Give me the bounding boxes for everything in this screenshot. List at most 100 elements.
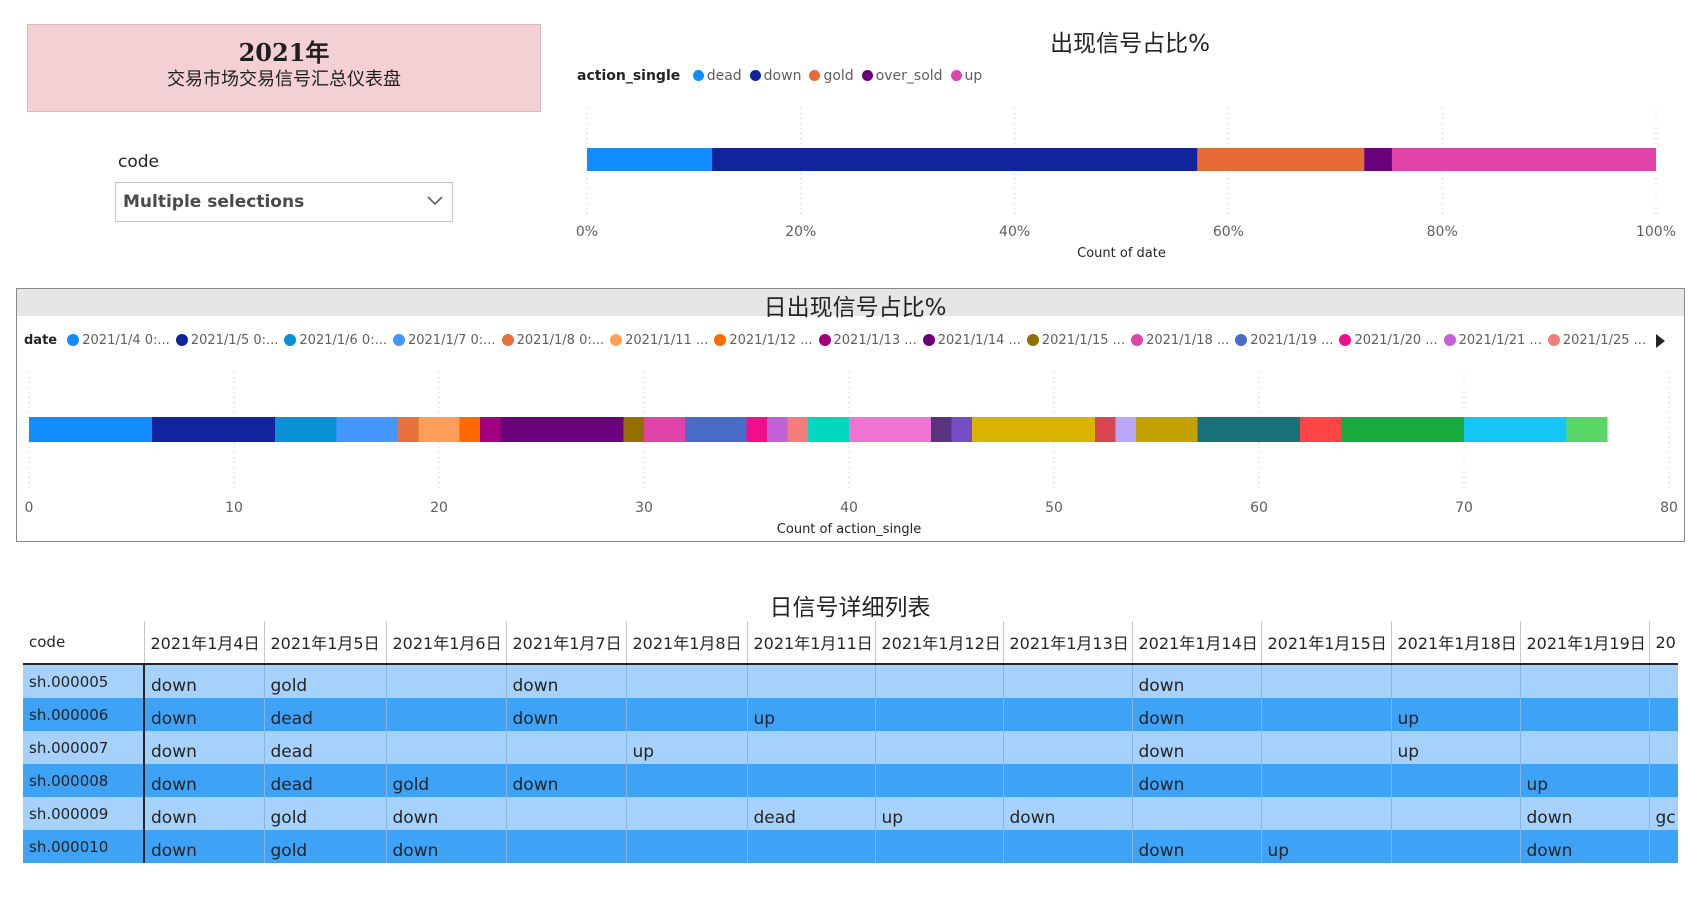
chart2-bar-segment[interactable] [1115, 417, 1137, 442]
column-header-date[interactable]: 2021年1月7日 [505, 621, 626, 665]
chart2-x-axis-title: Count of action_single [777, 522, 921, 537]
table-row[interactable]: sh.000005 down gold down down [23, 664, 1678, 698]
signal-cell [1648, 830, 1678, 863]
signal-cell: down [143, 830, 264, 863]
chart2-bar-segment[interactable] [1136, 417, 1198, 442]
signal-cell: dead [746, 797, 875, 830]
signal-cell [874, 764, 1003, 797]
row-code-cell: sh.000007 [23, 731, 145, 764]
signal-cell: down [143, 698, 264, 731]
signal-cell: down [1131, 698, 1261, 731]
signal-cell: down [143, 731, 264, 764]
chart2-bar-segment[interactable] [685, 417, 747, 442]
signal-cell: gold [263, 830, 386, 863]
signal-cell: down [1519, 797, 1649, 830]
signal-cell: down [1131, 764, 1261, 797]
signal-cell [746, 664, 875, 698]
column-header-date[interactable]: 2021年1月5日 [263, 621, 386, 665]
column-header-date[interactable]: 2021年1月15日 [1260, 621, 1391, 665]
signal-cell: down [1519, 830, 1649, 863]
signal-cell: gold [263, 664, 386, 698]
signal-cell: down [385, 797, 506, 830]
signal-cell [505, 731, 626, 764]
chart2-bar-segment[interactable] [644, 417, 685, 442]
chart2-bar-segment[interactable] [1095, 417, 1116, 442]
chart2-bar-segment[interactable] [1197, 417, 1301, 442]
chart2-bar-segment[interactable] [787, 417, 809, 442]
signal-cell [874, 731, 1003, 764]
chart2-bar-segment[interactable] [336, 417, 399, 442]
row-code-cell: sh.000006 [23, 698, 145, 731]
signal-cell: down [1131, 830, 1261, 863]
row-code-cell: sh.000010 [23, 830, 145, 863]
chart2-bar-segment[interactable] [746, 417, 768, 442]
chart2-bar-segment[interactable] [398, 417, 419, 442]
column-header-code[interactable]: code [23, 621, 144, 665]
chart2-bar-segment[interactable] [29, 417, 152, 442]
chart2-bar-segment[interactable] [1341, 417, 1464, 442]
chart2-bar-segment[interactable] [152, 417, 275, 442]
column-header-date[interactable]: 2021年1月12日 [874, 621, 1003, 665]
signal-cell [1260, 664, 1391, 698]
chart2-x-tick-label: 0 [25, 500, 34, 516]
signal-cell: up [1260, 830, 1391, 863]
chart2-bar-segment[interactable] [459, 417, 481, 442]
signal-cell: up [1390, 698, 1520, 731]
signal-cell: up [625, 731, 747, 764]
chart2-plot[interactable]: 0 10 20 30 40 50 60 70 80 Count of action_single [0, 0, 1688, 545]
signal-cell [625, 830, 747, 863]
chart2-x-tick-label: 30 [635, 500, 653, 516]
chart2-bar-segment[interactable] [480, 417, 501, 442]
column-header-date[interactable]: 2021年1月4日 [143, 621, 264, 665]
column-header-date[interactable]: 2021年1月13日 [1002, 621, 1132, 665]
signal-cell: dead [263, 731, 386, 764]
table-row[interactable]: sh.000008 down dead gold down down up [23, 764, 1678, 797]
signal-cell [1260, 698, 1391, 731]
chart2-bar-segment[interactable] [767, 417, 788, 442]
signal-cell [625, 664, 747, 698]
chart2-x-tick-label: 10 [225, 500, 243, 516]
column-header-date[interactable]: 2021年1月6日 [385, 621, 506, 665]
signal-cell [1002, 664, 1132, 698]
chart2-bar-segment[interactable] [623, 417, 645, 442]
signal-cell [874, 698, 1003, 731]
table-row[interactable]: sh.000006 down dead down up down up [23, 698, 1678, 731]
chart2-bar-segment[interactable] [1566, 417, 1608, 442]
signal-cell: gc [1648, 797, 1678, 830]
table-row[interactable]: sh.000009 down gold down dead up down down gc [23, 797, 1678, 830]
chart2-bar-segment[interactable] [972, 417, 1095, 442]
signal-cell [385, 664, 506, 698]
signal-cell [385, 731, 506, 764]
signal-cell [625, 797, 747, 830]
signal-cell [1002, 731, 1132, 764]
chart2-bar-segment[interactable] [418, 417, 460, 442]
column-header-date[interactable]: 2021年1月14日 [1131, 621, 1261, 665]
table-row[interactable]: sh.000007 down dead up down up [23, 731, 1678, 764]
chart2-bar-segment[interactable] [1464, 417, 1567, 442]
chart2-bar-segment[interactable] [500, 417, 624, 442]
column-header-date[interactable]: 2021年1月18日 [1390, 621, 1520, 665]
chart2-bar-segment[interactable] [931, 417, 952, 442]
chart2-x-tick-label: 50 [1045, 500, 1063, 516]
chart2-bar-segment[interactable] [849, 417, 931, 442]
signal-cell: gold [263, 797, 386, 830]
signal-cell [1131, 797, 1261, 830]
table-row[interactable]: sh.000010 down gold down down up down [23, 830, 1678, 863]
signal-cell: down [385, 830, 506, 863]
column-header-date[interactable]: 2021年1月19日 [1519, 621, 1649, 665]
signal-cell: down [505, 698, 626, 731]
column-header-date[interactable]: 2021年1月8日 [625, 621, 747, 665]
signal-cell [1260, 764, 1391, 797]
signal-cell: up [1390, 731, 1520, 764]
chart2-bar-segment[interactable] [1300, 417, 1341, 442]
signal-detail-table[interactable]: code 2021年1月4日 2021年1月5日 2021年1月6日 2021年1月7日… [23, 621, 1678, 863]
signal-cell [1260, 731, 1391, 764]
chart2-bar-segment[interactable] [951, 417, 973, 442]
signal-cell: up [874, 797, 1003, 830]
signal-cell [1519, 698, 1649, 731]
chart2-bar-segment[interactable] [808, 417, 849, 442]
column-header-date[interactable]: 20 [1648, 621, 1678, 665]
column-header-date[interactable]: 2021年1月11日 [746, 621, 875, 665]
signal-cell [385, 698, 506, 731]
chart2-bar-segment[interactable] [275, 417, 337, 442]
